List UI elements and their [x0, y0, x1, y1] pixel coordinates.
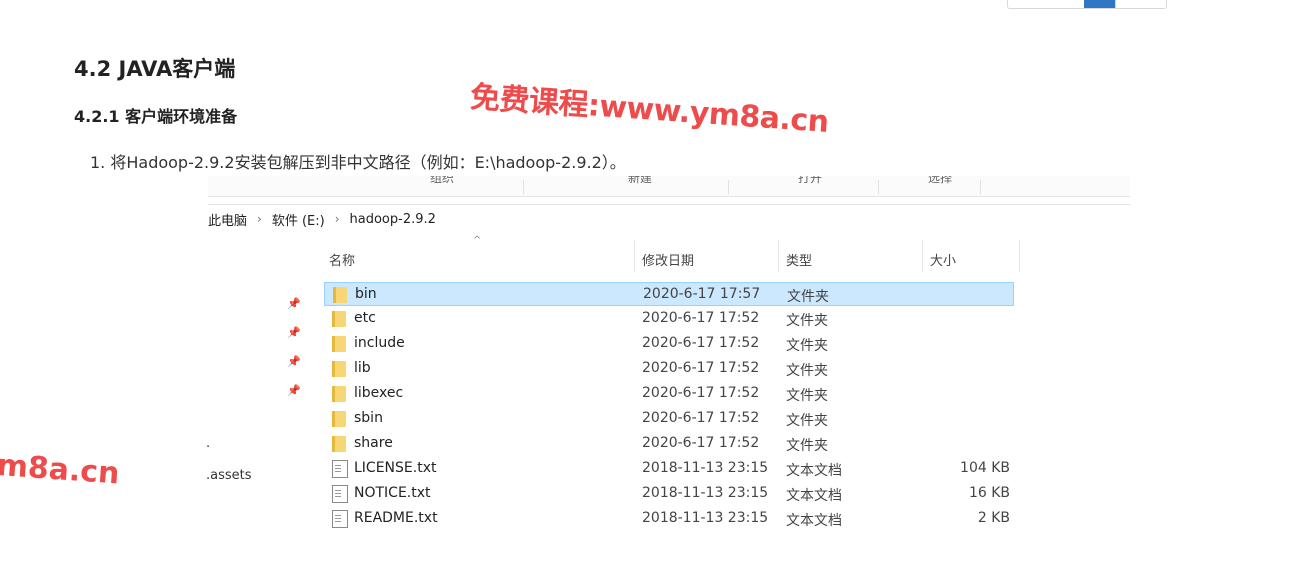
ribbon-divider [523, 180, 524, 194]
pager-segment[interactable] [1115, 0, 1166, 8]
file-type: 文件夹 [786, 388, 828, 404]
file-date: 2020-6-17 17:57 [643, 286, 761, 302]
file-name: libexec [354, 385, 404, 401]
text-file-icon [332, 510, 348, 528]
folder-icon [333, 286, 349, 304]
file-row-bin[interactable]: bin 2020-6-17 17:57 文件夹 [324, 282, 1014, 306]
column-header-name[interactable]: 名称 [329, 250, 355, 269]
column-divider[interactable] [922, 240, 923, 272]
file-name: LICENSE.txt [354, 460, 437, 476]
file-size: 104 KB [960, 460, 1010, 476]
folder-icon [332, 435, 348, 453]
nav-item-fragment[interactable]: · [206, 440, 210, 455]
pin-icon[interactable]: 📌 [287, 355, 301, 368]
file-row-libexec[interactable]: libexec 2020-6-17 17:52 文件夹 [324, 382, 1014, 406]
folder-icon [332, 360, 348, 378]
ribbon-group-select[interactable]: 选择 [928, 176, 952, 188]
file-size: 16 KB [968, 485, 1010, 501]
file-date: 2020-6-17 17:52 [642, 410, 760, 426]
column-divider[interactable] [778, 240, 779, 272]
file-type: 文件夹 [787, 289, 829, 305]
watermark-left: m8a.cn [0, 448, 121, 492]
watermark-main: 免费课程:www.ym8a.cn [469, 79, 830, 140]
pin-icon[interactable]: 📌 [287, 297, 301, 310]
file-row-include[interactable]: include 2020-6-17 17:52 文件夹 [324, 332, 1014, 356]
pin-icon[interactable]: 📌 [287, 326, 301, 339]
column-header-type[interactable]: 类型 [786, 250, 812, 269]
pager-segment-active[interactable] [1084, 0, 1115, 8]
pin-icon[interactable]: 📌 [287, 384, 301, 397]
pagination-control[interactable] [1007, 0, 1167, 9]
column-divider[interactable] [1019, 240, 1020, 272]
file-date: 2020-6-17 17:52 [642, 335, 760, 351]
file-type: 文本文档 [786, 513, 842, 529]
file-type: 文件夹 [786, 438, 828, 454]
file-date: 2018-11-13 23:15 [642, 510, 769, 526]
folder-icon [332, 335, 348, 353]
file-size: 2 KB [977, 510, 1010, 526]
file-name: NOTICE.txt [354, 485, 431, 501]
file-type: 文件夹 [786, 338, 828, 354]
column-header-size[interactable]: 大小 [930, 250, 956, 269]
file-name: sbin [354, 410, 383, 426]
text-file-icon [332, 485, 348, 503]
file-name: lib [354, 360, 371, 376]
file-name: include [354, 335, 405, 351]
breadcrumb-this-pc[interactable]: 此电脑 [208, 210, 247, 229]
nav-item-assets[interactable]: .assets [206, 468, 252, 483]
file-type: 文件夹 [786, 363, 828, 379]
subsection-title: 4.2.1 客户端环境准备 [74, 107, 238, 126]
column-header-row: ^ 名称 修改日期 类型 大小 [322, 235, 1022, 272]
file-row-share[interactable]: share 2020-6-17 17:52 文件夹 [324, 432, 1014, 456]
folder-icon [332, 310, 348, 328]
folder-icon [332, 410, 348, 428]
folder-icon [332, 385, 348, 403]
pager-segment[interactable] [1008, 0, 1084, 8]
text-file-icon [332, 460, 348, 478]
file-name: bin [355, 286, 377, 302]
chevron-right-icon: › [334, 212, 340, 226]
file-name: share [354, 435, 393, 451]
file-row-license[interactable]: LICENSE.txt 2018-11-13 23:15 文本文档 104 KB [324, 457, 1014, 481]
ribbon-divider [878, 180, 879, 194]
file-type: 文件夹 [786, 413, 828, 429]
ribbon-group-open[interactable]: 打开 [798, 176, 822, 188]
file-date: 2020-6-17 17:52 [642, 435, 760, 451]
ribbon-divider [728, 180, 729, 194]
breadcrumb-hadoop[interactable]: hadoop-2.9.2 [350, 212, 436, 227]
file-date: 2018-11-13 23:15 [642, 485, 769, 501]
file-type: 文本文档 [786, 463, 842, 479]
breadcrumb-drive-e[interactable]: 软件 (E:) [272, 210, 325, 229]
file-row-etc[interactable]: etc 2020-6-17 17:52 文件夹 [324, 307, 1014, 331]
file-date: 2018-11-13 23:15 [642, 460, 769, 476]
chevron-right-icon: › [257, 212, 262, 226]
file-row-lib[interactable]: lib 2020-6-17 17:52 文件夹 [324, 357, 1014, 381]
explorer-ribbon: 组织 新建 打开 选择 [208, 176, 1130, 197]
file-date: 2020-6-17 17:52 [642, 360, 760, 376]
column-divider[interactable] [634, 240, 635, 272]
file-type: 文件夹 [786, 313, 828, 329]
ribbon-group-new[interactable]: 新建 [628, 176, 652, 188]
file-row-readme[interactable]: README.txt 2018-11-13 23:15 文本文档 2 KB [324, 507, 1014, 531]
section-title: 4.2 JAVA客户端 [74, 57, 236, 81]
file-date: 2020-6-17 17:52 [642, 310, 760, 326]
column-header-date[interactable]: 修改日期 [642, 250, 694, 269]
file-date: 2020-6-17 17:52 [642, 385, 760, 401]
file-name: README.txt [354, 510, 438, 526]
step-list-item: 1. 将Hadoop-2.9.2安装包解压到非中文路径（例如：E:\hadoop… [90, 153, 626, 172]
file-name: etc [354, 310, 376, 326]
file-row-sbin[interactable]: sbin 2020-6-17 17:52 文件夹 [324, 407, 1014, 431]
ribbon-group-organize[interactable]: 组织 [430, 176, 454, 188]
address-bar[interactable]: 此电脑 › 软件 (E:) › hadoop-2.9.2 [208, 204, 1130, 233]
sort-ascending-icon: ^ [473, 235, 482, 246]
file-row-notice[interactable]: NOTICE.txt 2018-11-13 23:15 文本文档 16 KB [324, 482, 1014, 506]
ribbon-divider [980, 180, 981, 194]
file-type: 文本文档 [786, 488, 842, 504]
